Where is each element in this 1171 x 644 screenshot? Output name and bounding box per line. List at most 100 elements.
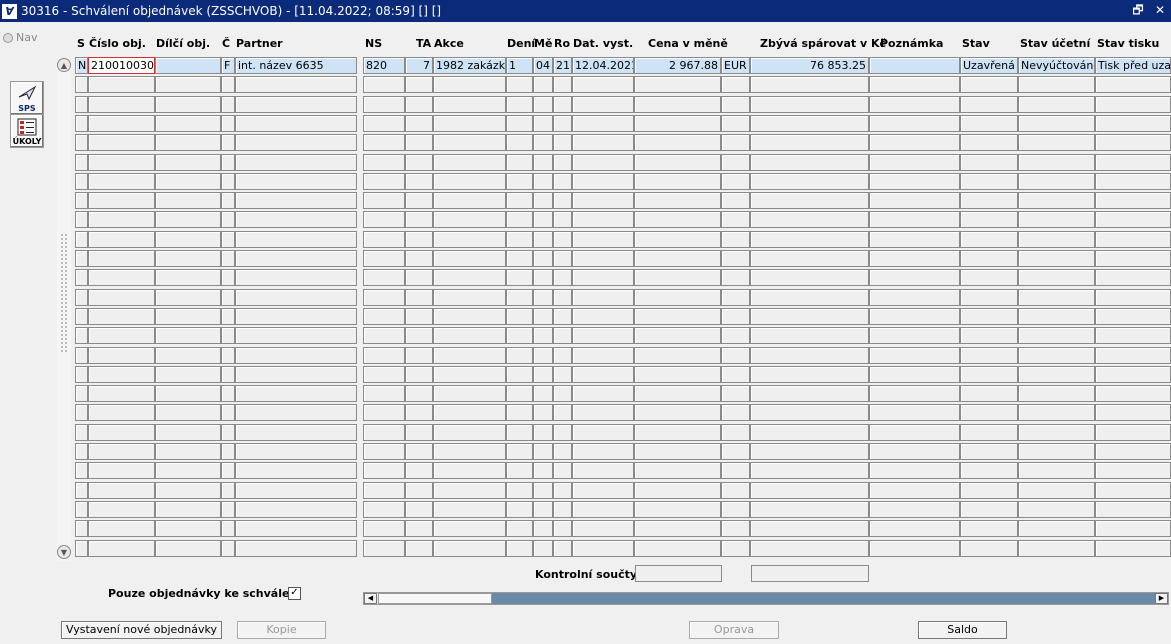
empty-cell-ns[interactable] [363,96,405,113]
empty-cell-stavt[interactable] [1095,540,1171,557]
empty-cell-cislo[interactable] [88,115,155,132]
empty-cell-ta[interactable] [405,385,433,402]
nav-radio[interactable]: Nav [3,31,37,44]
empty-cell-me[interactable] [533,366,553,383]
empty-cell-stav[interactable] [960,115,1018,132]
empty-cell-mena[interactable] [721,289,750,306]
empty-cell-ns[interactable] [363,424,405,441]
empty-cell-cislo[interactable] [88,211,155,228]
empty-cell-pozn[interactable] [869,250,960,267]
empty-cell-ro[interactable] [553,443,572,460]
empty-cell-ta[interactable] [405,424,433,441]
empty-cell-mena[interactable] [721,462,750,479]
empty-cell-pozn[interactable] [869,308,960,325]
cell-cena[interactable]: 2 967.88 [634,57,721,74]
empty-cell-pozn[interactable] [869,327,960,344]
empty-cell-zbyva[interactable] [750,76,869,93]
empty-cell-pozn[interactable] [869,211,960,228]
empty-cell-mena[interactable] [721,211,750,228]
empty-cell-zbyva[interactable] [750,385,869,402]
empty-cell-me[interactable] [533,404,553,421]
empty-cell-stavu[interactable] [1018,482,1095,499]
empty-cell-stavu[interactable] [1018,385,1095,402]
empty-cell-den[interactable] [506,154,533,171]
empty-cell-akce[interactable] [433,520,506,537]
empty-cell-ns[interactable] [363,192,405,209]
empty-cell-ta[interactable] [405,366,433,383]
empty-cell-s[interactable] [75,424,88,441]
empty-cell-ro[interactable] [553,289,572,306]
column-header-pozn[interactable]: Poznámka [880,37,943,50]
empty-cell-me[interactable] [533,482,553,499]
empty-cell-c[interactable] [221,250,235,267]
empty-cell-dat[interactable] [572,347,634,364]
empty-cell-dilci[interactable] [155,462,221,479]
empty-cell-cena[interactable] [634,269,721,286]
empty-cell-c[interactable] [221,540,235,557]
empty-cell-cena[interactable] [634,154,721,171]
empty-cell-dat[interactable] [572,192,634,209]
empty-cell-stav[interactable] [960,231,1018,248]
empty-cell-dat[interactable] [572,443,634,460]
empty-cell-cislo[interactable] [88,443,155,460]
empty-cell-stavu[interactable] [1018,115,1095,132]
empty-cell-dat[interactable] [572,462,634,479]
empty-cell-s[interactable] [75,76,88,93]
empty-cell-stav[interactable] [960,76,1018,93]
empty-cell-dilci[interactable] [155,404,221,421]
empty-cell-ro[interactable] [553,231,572,248]
empty-cell-mena[interactable] [721,250,750,267]
empty-cell-mena[interactable] [721,154,750,171]
empty-cell-mena[interactable] [721,308,750,325]
empty-cell-akce[interactable] [433,501,506,518]
empty-cell-akce[interactable] [433,347,506,364]
empty-cell-cena[interactable] [634,231,721,248]
column-header-den[interactable]: Dení [507,37,535,50]
empty-cell-dat[interactable] [572,250,634,267]
empty-cell-pozn[interactable] [869,76,960,93]
empty-cell-ro[interactable] [553,366,572,383]
empty-cell-ro[interactable] [553,308,572,325]
empty-cell-ta[interactable] [405,540,433,557]
empty-cell-stavt[interactable] [1095,231,1171,248]
empty-cell-s[interactable] [75,462,88,479]
empty-cell-pozn[interactable] [869,347,960,364]
empty-cell-stavt[interactable] [1095,482,1171,499]
empty-cell-ro[interactable] [553,482,572,499]
empty-cell-dat[interactable] [572,424,634,441]
empty-cell-akce[interactable] [433,173,506,190]
empty-cell-akce[interactable] [433,154,506,171]
empty-cell-cislo[interactable] [88,385,155,402]
empty-cell-zbyva[interactable] [750,501,869,518]
empty-cell-stavt[interactable] [1095,308,1171,325]
empty-cell-cislo[interactable] [88,192,155,209]
empty-cell-ta[interactable] [405,327,433,344]
column-header-partner[interactable]: Partner [236,37,283,50]
empty-cell-stavu[interactable] [1018,308,1095,325]
empty-cell-den[interactable] [506,173,533,190]
empty-cell-cislo[interactable] [88,501,155,518]
empty-cell-den[interactable] [506,211,533,228]
empty-cell-den[interactable] [506,76,533,93]
empty-cell-pozn[interactable] [869,482,960,499]
scroll-down-icon[interactable]: ▼ [57,545,71,559]
empty-cell-cena[interactable] [634,462,721,479]
empty-cell-dat[interactable] [572,96,634,113]
empty-cell-zbyva[interactable] [750,424,869,441]
empty-cell-stavu[interactable] [1018,443,1095,460]
empty-cell-me[interactable] [533,462,553,479]
column-header-ro[interactable]: Ro [554,37,570,50]
empty-cell-s[interactable] [75,404,88,421]
cell-stavu[interactable]: Nevyúčtováno [1018,57,1095,74]
scroll-right-icon[interactable]: ▶ [1155,593,1168,604]
empty-cell-cena[interactable] [634,76,721,93]
empty-cell-dat[interactable] [572,76,634,93]
column-header-me[interactable]: Mě [534,37,552,50]
empty-cell-s[interactable] [75,289,88,306]
empty-cell-partner[interactable] [235,192,357,209]
empty-cell-pozn[interactable] [869,424,960,441]
empty-cell-c[interactable] [221,443,235,460]
empty-cell-zbyva[interactable] [750,96,869,113]
empty-cell-stavt[interactable] [1095,501,1171,518]
empty-cell-partner[interactable] [235,173,357,190]
